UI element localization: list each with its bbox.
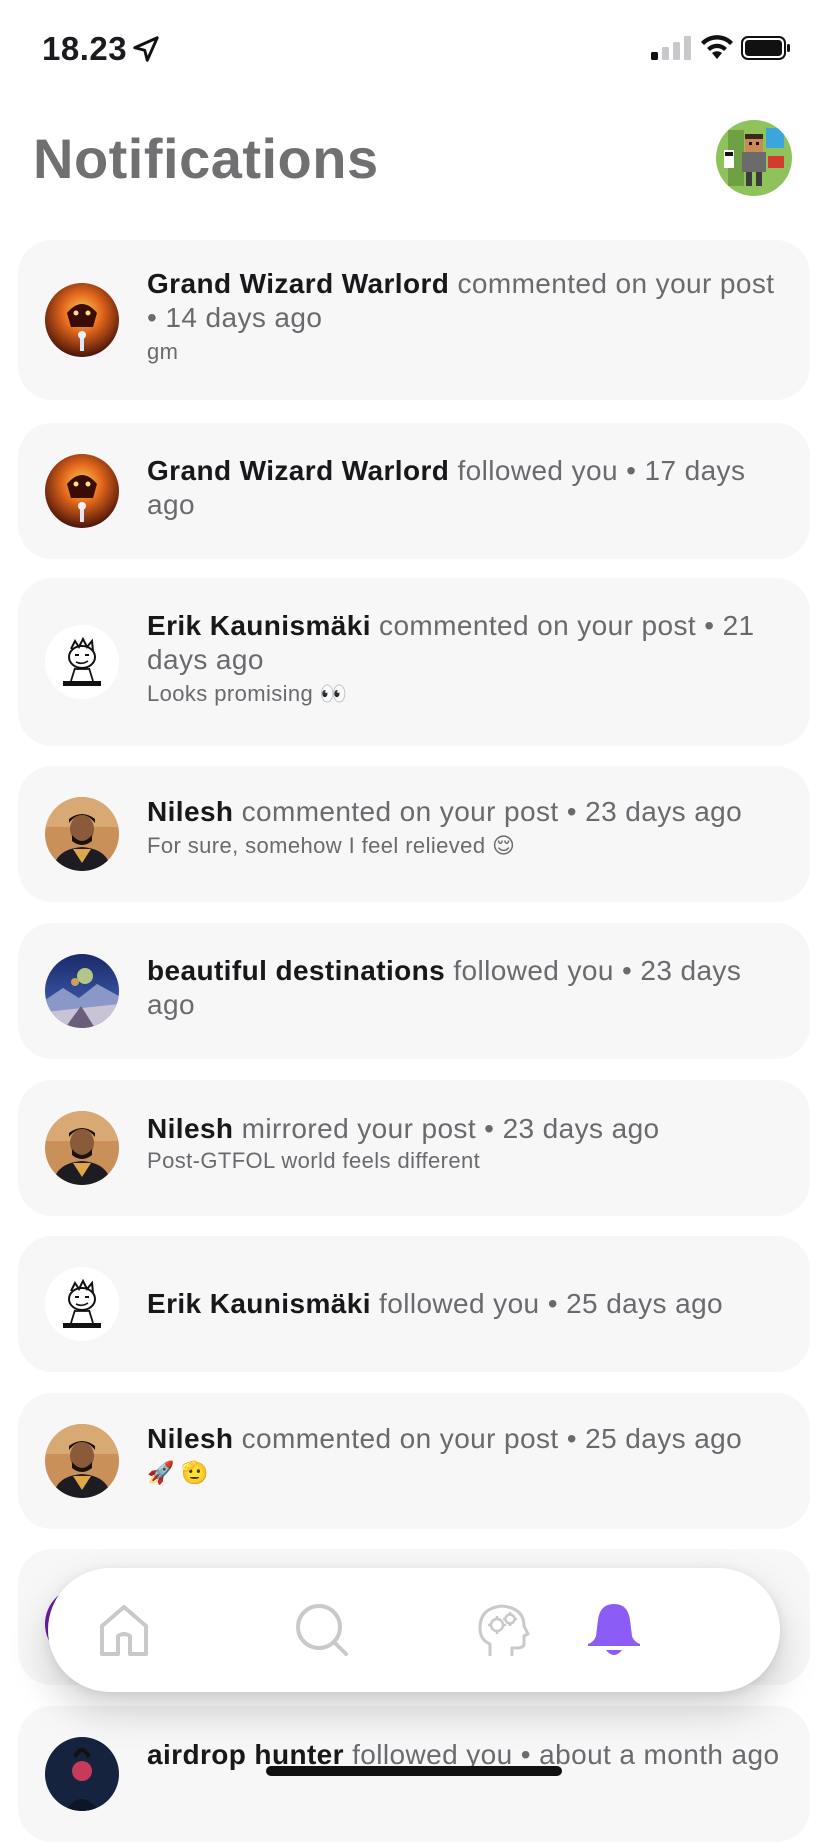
notification-card[interactable]: Nilesh mirrored your post • 23 days ago … (18, 1080, 810, 1216)
bottom-nav (48, 1568, 780, 1692)
status-time: 18.23 (42, 30, 128, 67)
notification-card[interactable]: Erik Kaunismäki commented on your post •… (18, 578, 810, 746)
status-bar: 18.23 (0, 0, 828, 100)
notification-card[interactable]: Nilesh commented on your post • 25 days … (18, 1393, 810, 1529)
home-icon (100, 1605, 148, 1656)
person-photo-avatar[interactable] (45, 1424, 119, 1498)
person-photo-avatar[interactable] (45, 1111, 119, 1185)
notification-action-text: followed you • 25 days ago (370, 1288, 724, 1319)
brain-gears-icon (478, 1604, 530, 1656)
notification-card[interactable]: Grand Wizard Warlord followed you • 17 d… (18, 423, 810, 559)
notification-username[interactable]: Nilesh (147, 1423, 233, 1454)
home-indicator (266, 1766, 562, 1776)
notification-username[interactable]: Grand Wizard Warlord (147, 268, 449, 299)
notification-preview: Post-GTFOL world feels different (147, 1148, 481, 1173)
notification-action-text: commented on your post • 25 days ago (233, 1423, 743, 1454)
fire-demon-avatar[interactable] (45, 283, 119, 357)
wifi-icon (701, 35, 733, 59)
notification-username[interactable]: Erik Kaunismäki (147, 610, 371, 641)
profile-avatar[interactable] (716, 120, 792, 196)
ai-tab[interactable] (470, 1598, 534, 1662)
notifications-tab[interactable] (582, 1598, 646, 1662)
search-tab[interactable] (290, 1598, 354, 1662)
page-title: Notifications (33, 127, 379, 190)
landscape-avatar[interactable] (45, 954, 119, 1028)
notification-username[interactable]: Nilesh (147, 1113, 233, 1144)
sketch-face-avatar[interactable] (45, 1267, 119, 1341)
notification-action-text: commented on your post • 23 days ago (233, 796, 743, 827)
battery-icon (741, 36, 790, 60)
fire-demon-avatar[interactable] (45, 454, 119, 528)
notification-card[interactable]: Erik Kaunismäki followed you • 25 days a… (18, 1236, 810, 1372)
home-tab[interactable] (92, 1598, 156, 1662)
search-icon (296, 1604, 348, 1656)
bell-icon (588, 1604, 640, 1655)
notification-card[interactable]: Nilesh commented on your post • 23 days … (18, 766, 810, 902)
notification-username[interactable]: Grand Wizard Warlord (147, 455, 449, 486)
person-photo-avatar[interactable] (45, 797, 119, 871)
notification-preview: 🚀 🫡 (147, 1460, 210, 1485)
location-arrow-icon (133, 36, 159, 62)
notification-username[interactable]: beautiful destinations (147, 955, 445, 986)
notification-username[interactable]: Nilesh (147, 796, 233, 827)
cellular-signal-icon (651, 36, 691, 60)
notification-preview: gm (147, 339, 179, 364)
notification-preview: Looks promising 👀 (147, 681, 348, 706)
notification-card[interactable]: Grand Wizard Warlord commented on your p… (18, 240, 810, 400)
sketch-face-avatar[interactable] (45, 625, 119, 699)
notification-card[interactable]: beautiful destinations followed you • 23… (18, 923, 810, 1059)
notification-action-text: mirrored your post • 23 days ago (233, 1113, 660, 1144)
dark-illustration-avatar[interactable] (45, 1737, 119, 1811)
notification-username[interactable]: Erik Kaunismäki (147, 1288, 371, 1319)
notification-preview: For sure, somehow I feel relieved 😌 (147, 833, 516, 858)
